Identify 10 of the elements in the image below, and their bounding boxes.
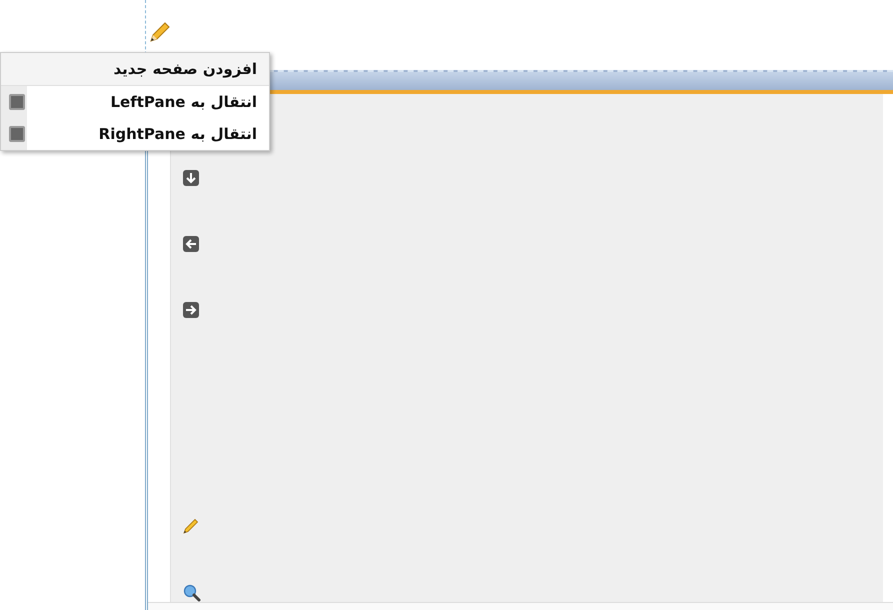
square-icon: [9, 126, 25, 142]
down-arrow-icon[interactable]: [183, 170, 199, 186]
menu-item[interactable]: افزودن صفحه جدید: [1, 53, 269, 86]
square-icon: [9, 94, 25, 110]
menu-item[interactable]: انتقال به RightPane: [1, 118, 269, 150]
search-icon[interactable]: [183, 584, 201, 602]
menu-item[interactable]: انتقال به LeftPane: [1, 86, 269, 118]
pencil-icon[interactable]: [183, 518, 199, 534]
right-arrow-icon[interactable]: [183, 302, 199, 318]
left-arrow-icon[interactable]: [183, 236, 199, 252]
